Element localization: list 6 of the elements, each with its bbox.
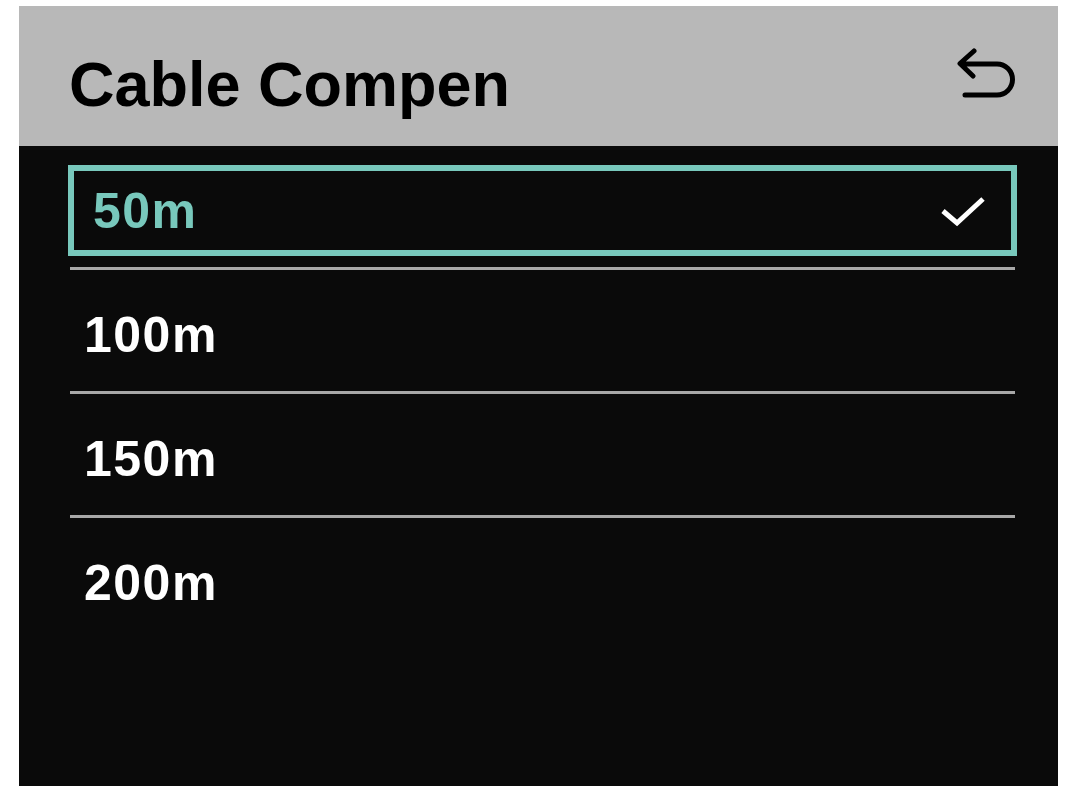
checkmark-icon [940,194,986,227]
option-item[interactable]: 50m [68,165,1017,256]
option-item[interactable]: 200m [68,537,1017,628]
back-icon[interactable] [957,48,1015,98]
option-item[interactable]: 100m [68,289,1017,380]
option-item[interactable]: 150m [68,413,1017,504]
